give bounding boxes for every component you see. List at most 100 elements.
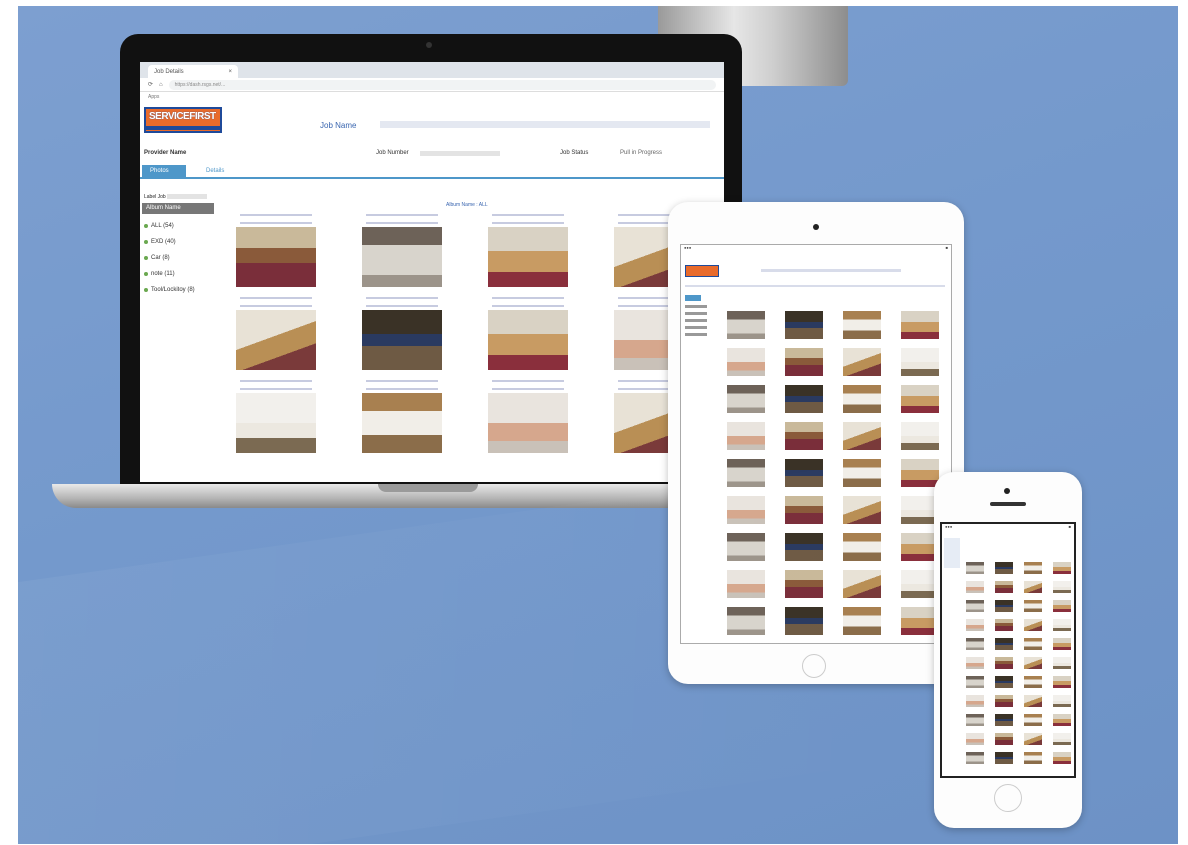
photo-item[interactable] bbox=[236, 380, 316, 453]
photo-thumbnail[interactable] bbox=[995, 752, 1013, 764]
photo-thumbnail[interactable] bbox=[727, 570, 765, 598]
photo-thumbnail[interactable] bbox=[488, 310, 568, 370]
photo-thumbnail[interactable] bbox=[1053, 733, 1071, 745]
photo-thumbnail[interactable] bbox=[901, 385, 939, 413]
photo-item[interactable] bbox=[362, 297, 442, 370]
photo-thumbnail[interactable] bbox=[727, 348, 765, 376]
photo-thumbnail[interactable] bbox=[1024, 562, 1042, 574]
photo-thumbnail[interactable] bbox=[995, 676, 1013, 688]
photo-thumbnail[interactable] bbox=[966, 581, 984, 593]
photo-thumbnail[interactable] bbox=[488, 393, 568, 453]
photo-thumbnail[interactable] bbox=[995, 638, 1013, 650]
photo-thumbnail[interactable] bbox=[785, 496, 823, 524]
photo-thumbnail[interactable] bbox=[785, 311, 823, 339]
photo-item[interactable] bbox=[488, 380, 568, 453]
photo-thumbnail[interactable] bbox=[727, 459, 765, 487]
photo-thumbnail[interactable] bbox=[1024, 752, 1042, 764]
photo-thumbnail[interactable] bbox=[727, 496, 765, 524]
photo-thumbnail[interactable] bbox=[1024, 657, 1042, 669]
photo-thumbnail[interactable] bbox=[1053, 676, 1071, 688]
photo-thumbnail[interactable] bbox=[843, 348, 881, 376]
photo-thumbnail[interactable] bbox=[1053, 752, 1071, 764]
tablet-tab-photos[interactable] bbox=[685, 295, 701, 301]
photo-thumbnail[interactable] bbox=[966, 752, 984, 764]
photo-thumbnail[interactable] bbox=[966, 638, 984, 650]
tablet-home-button[interactable] bbox=[802, 654, 826, 678]
photo-thumbnail[interactable] bbox=[843, 496, 881, 524]
photo-item[interactable] bbox=[488, 297, 568, 370]
photo-thumbnail[interactable] bbox=[1053, 714, 1071, 726]
photo-thumbnail[interactable] bbox=[1024, 600, 1042, 612]
photo-thumbnail[interactable] bbox=[727, 533, 765, 561]
photo-thumbnail[interactable] bbox=[1053, 562, 1071, 574]
photo-thumbnail[interactable] bbox=[1024, 714, 1042, 726]
photo-thumbnail[interactable] bbox=[1053, 657, 1071, 669]
photo-thumbnail[interactable] bbox=[727, 311, 765, 339]
photo-item[interactable] bbox=[236, 214, 316, 287]
photo-thumbnail[interactable] bbox=[995, 562, 1013, 574]
photo-item[interactable] bbox=[488, 214, 568, 287]
photo-item[interactable] bbox=[362, 214, 442, 287]
album-item[interactable]: note (11) bbox=[144, 266, 195, 282]
photo-item[interactable] bbox=[236, 297, 316, 370]
photo-item[interactable] bbox=[362, 380, 442, 453]
photo-thumbnail[interactable] bbox=[995, 733, 1013, 745]
photo-thumbnail[interactable] bbox=[785, 607, 823, 635]
photo-thumbnail[interactable] bbox=[1053, 619, 1071, 631]
photo-thumbnail[interactable] bbox=[843, 459, 881, 487]
photo-thumbnail[interactable] bbox=[785, 570, 823, 598]
photo-thumbnail[interactable] bbox=[785, 533, 823, 561]
photo-thumbnail[interactable] bbox=[995, 714, 1013, 726]
photo-thumbnail[interactable] bbox=[1053, 581, 1071, 593]
photo-thumbnail[interactable] bbox=[843, 533, 881, 561]
photo-thumbnail[interactable] bbox=[1024, 676, 1042, 688]
photo-thumbnail[interactable] bbox=[843, 311, 881, 339]
photo-thumbnail[interactable] bbox=[236, 310, 316, 370]
photo-thumbnail[interactable] bbox=[966, 619, 984, 631]
photo-thumbnail[interactable] bbox=[727, 422, 765, 450]
photo-thumbnail[interactable] bbox=[236, 393, 316, 453]
photo-thumbnail[interactable] bbox=[362, 310, 442, 370]
photo-thumbnail[interactable] bbox=[1024, 733, 1042, 745]
photo-thumbnail[interactable] bbox=[843, 385, 881, 413]
photo-thumbnail[interactable] bbox=[995, 581, 1013, 593]
photo-thumbnail[interactable] bbox=[995, 657, 1013, 669]
photo-thumbnail[interactable] bbox=[966, 714, 984, 726]
photo-thumbnail[interactable] bbox=[1024, 638, 1042, 650]
photo-thumbnail[interactable] bbox=[966, 695, 984, 707]
photo-thumbnail[interactable] bbox=[901, 459, 939, 487]
photo-thumbnail[interactable] bbox=[785, 385, 823, 413]
photo-thumbnail[interactable] bbox=[995, 600, 1013, 612]
photo-thumbnail[interactable] bbox=[966, 676, 984, 688]
album-item[interactable]: Car (8) bbox=[144, 250, 195, 266]
photo-thumbnail[interactable] bbox=[488, 227, 568, 287]
photo-thumbnail[interactable] bbox=[785, 459, 823, 487]
photo-thumbnail[interactable] bbox=[1024, 695, 1042, 707]
phone-home-button[interactable] bbox=[994, 784, 1022, 812]
photo-thumbnail[interactable] bbox=[901, 348, 939, 376]
album-item[interactable]: ALL (54) bbox=[144, 218, 195, 234]
photo-thumbnail[interactable] bbox=[362, 227, 442, 287]
album-item[interactable]: Tool/Lockitoy (8) bbox=[144, 282, 195, 298]
photo-thumbnail[interactable] bbox=[785, 422, 823, 450]
photo-thumbnail[interactable] bbox=[843, 570, 881, 598]
photo-thumbnail[interactable] bbox=[785, 348, 823, 376]
photo-thumbnail[interactable] bbox=[362, 393, 442, 453]
photo-thumbnail[interactable] bbox=[1053, 695, 1071, 707]
photo-thumbnail[interactable] bbox=[966, 600, 984, 612]
photo-thumbnail[interactable] bbox=[727, 607, 765, 635]
photo-thumbnail[interactable] bbox=[843, 607, 881, 635]
photo-thumbnail[interactable] bbox=[236, 227, 316, 287]
photo-thumbnail[interactable] bbox=[1024, 619, 1042, 631]
album-item[interactable]: EXD (40) bbox=[144, 234, 195, 250]
photo-thumbnail[interactable] bbox=[966, 657, 984, 669]
photo-thumbnail[interactable] bbox=[966, 562, 984, 574]
photo-thumbnail[interactable] bbox=[901, 311, 939, 339]
photo-thumbnail[interactable] bbox=[995, 619, 1013, 631]
photo-thumbnail[interactable] bbox=[1024, 581, 1042, 593]
photo-thumbnail[interactable] bbox=[1053, 600, 1071, 612]
photo-thumbnail[interactable] bbox=[727, 385, 765, 413]
photo-thumbnail[interactable] bbox=[1053, 638, 1071, 650]
photo-thumbnail[interactable] bbox=[966, 733, 984, 745]
photo-thumbnail[interactable] bbox=[901, 422, 939, 450]
